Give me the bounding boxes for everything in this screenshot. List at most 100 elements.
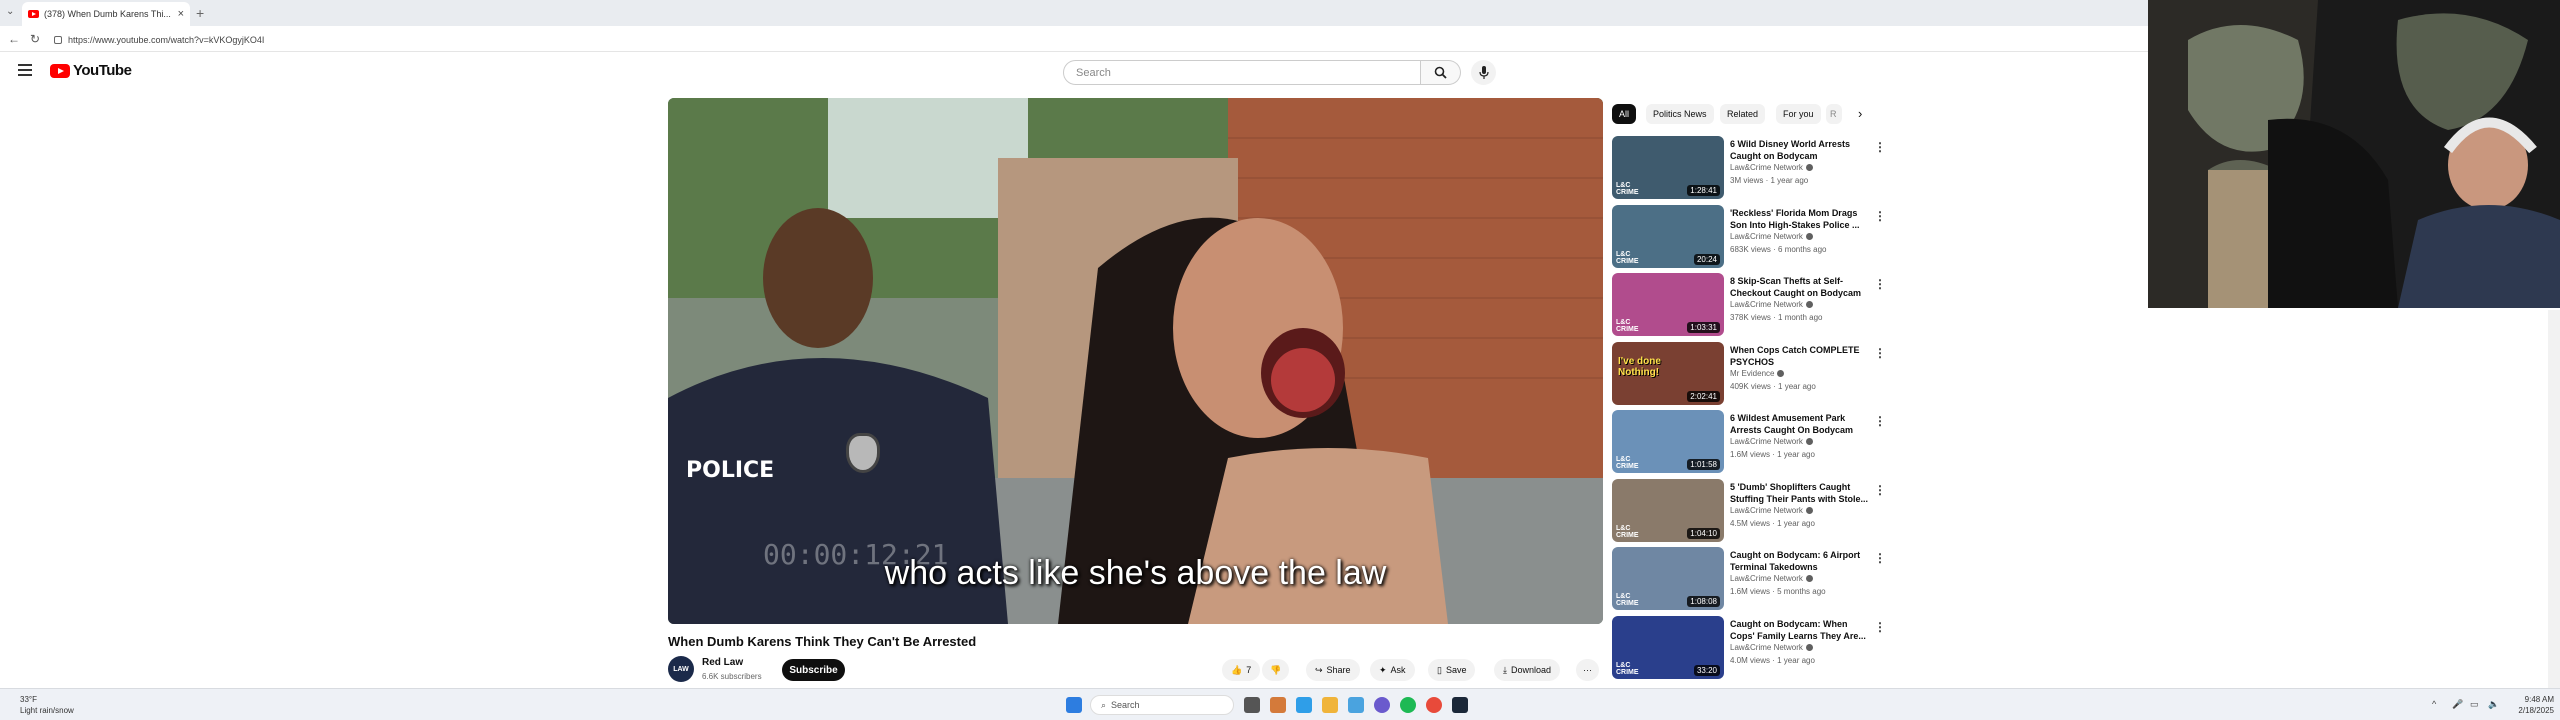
verified-icon [1805, 438, 1813, 445]
share-button[interactable]: ↪ Share [1306, 659, 1360, 681]
taskbar-search[interactable]: ⌕ Search [1090, 695, 1234, 715]
recommendation-item[interactable]: L&C CRIME 1:08:08 Caught on Bodycam: 6 Air… [1612, 547, 1886, 611]
more-vertical-icon[interactable]: ⋮ [1874, 620, 1886, 634]
recommendation-title[interactable]: Caught on Bodycam: 6 Airport Terminal Ta… [1730, 549, 1870, 573]
recommendation-item[interactable]: L&C CRIME 33:20 Caught on Bodycam: When Co… [1612, 616, 1886, 680]
ask-button[interactable]: ✦ Ask [1370, 659, 1415, 681]
system-clock[interactable]: 9:48 AM 2/18/2025 [2504, 694, 2554, 716]
start-windows-icon[interactable] [1066, 697, 1082, 713]
microphone-tray-icon[interactable]: 🎤 [2452, 699, 2463, 710]
recommendation-channel[interactable]: Law&Crime Network [1730, 300, 1813, 309]
save-button[interactable]: ▯ Save [1428, 659, 1476, 681]
chip-partial[interactable]: R [1826, 104, 1842, 124]
recommendation-title[interactable]: Caught on Bodycam: When Cops' Family Lea… [1730, 618, 1870, 642]
widgets-icon[interactable] [1270, 697, 1286, 713]
recommendation-channel[interactable]: Law&Crime Network [1730, 232, 1813, 241]
recommendation-item[interactable]: L&C CRIME 20:24 'Reckless' Florida Mom Dra… [1612, 205, 1886, 269]
verified-icon [1805, 644, 1813, 651]
video-thumbnail[interactable]: I've done Nothing! 2:02:41 [1612, 342, 1724, 405]
chip-related[interactable]: Related [1720, 104, 1766, 124]
search-button[interactable] [1421, 60, 1461, 85]
chip-for-you[interactable]: For you [1776, 104, 1821, 124]
recommendation-channel[interactable]: Mr Evidence [1730, 369, 1785, 378]
search-icon: ⌕ [1101, 699, 1107, 710]
recommendation-item[interactable]: I've done Nothing! 2:02:41 When Cops Catc… [1612, 342, 1886, 406]
subscribe-button[interactable]: Subscribe [782, 659, 845, 681]
recommendation-title[interactable]: When Cops Catch COMPLETE PSYCHOS [1730, 344, 1870, 368]
task-view-icon[interactable] [1244, 697, 1260, 713]
network-icon[interactable]: ▭ [2470, 699, 2479, 710]
like-button[interactable]: 👍 7 [1222, 659, 1261, 681]
search-input[interactable]: Search [1063, 60, 1421, 85]
new-tab-icon[interactable]: + [196, 5, 204, 21]
recommendation-title[interactable]: 5 'Dumb' Shoplifters Caught Stuffing The… [1730, 481, 1870, 505]
recommendation-channel[interactable]: Law&Crime Network [1730, 437, 1813, 446]
search-placeholder: Search [1076, 66, 1111, 79]
spotify-icon[interactable] [1400, 697, 1416, 713]
hamburger-menu-icon[interactable] [18, 64, 32, 79]
url-field[interactable]: https://www.youtube.com/watch?v=kVKOgyjK… [54, 31, 2124, 48]
dislike-button[interactable]: 👎 [1262, 659, 1290, 681]
recommendation-title[interactable]: 'Reckless' Florida Mom Drags Son Into Hi… [1730, 207, 1870, 231]
channel-label: Law&Crime Network [1730, 506, 1803, 515]
site-info-icon[interactable] [54, 35, 62, 44]
steam-icon[interactable] [1452, 697, 1468, 713]
video-player[interactable]: POLICE 00:00:12:21 who acts like she's a… [668, 98, 1603, 624]
recommendation-item[interactable]: L&C CRIME 1:04:10 5 'Dumb' Shoplifters Cau… [1612, 479, 1886, 543]
edge-browser-icon[interactable] [1296, 697, 1312, 713]
recommendation-item[interactable]: L&C CRIME 1:28:41 6 Wild Disney World Arre… [1612, 136, 1886, 200]
channel-name[interactable]: Red Law [702, 657, 743, 668]
video-thumbnail[interactable]: L&C CRIME 1:01:58 [1612, 410, 1724, 473]
more-vertical-icon[interactable]: ⋮ [1874, 551, 1886, 565]
file-explorer-icon[interactable] [1322, 697, 1338, 713]
download-button[interactable]: ⤓ Download [1494, 659, 1561, 681]
verified-icon [1777, 370, 1785, 377]
video-thumbnail[interactable]: L&C CRIME 1:08:08 [1612, 547, 1724, 610]
voice-search-button[interactable] [1471, 60, 1496, 85]
more-vertical-icon[interactable]: ⋮ [1874, 209, 1886, 223]
recommendation-title[interactable]: 8 Skip-Scan Thefts at Self-Checkout Caug… [1730, 275, 1870, 299]
back-arrow-icon[interactable]: ← [8, 32, 20, 46]
youtube-logo[interactable]: YouTube [50, 62, 132, 79]
verified-icon [1805, 575, 1813, 582]
browser-tab-youtube[interactable]: (378) When Dumb Karens Thi... × [22, 2, 190, 26]
save-label: Save [1445, 665, 1467, 675]
channel-label: Mr Evidence [1730, 369, 1775, 378]
video-thumbnail[interactable]: L&C CRIME 33:20 [1612, 616, 1724, 679]
more-vertical-icon[interactable]: ⋮ [1874, 346, 1886, 360]
recommendation-item[interactable]: L&C CRIME 1:01:58 6 Wildest Amusement Park… [1612, 410, 1886, 474]
reload-icon[interactable]: ↻ [30, 32, 40, 46]
chrome-icon[interactable] [1426, 697, 1442, 713]
download-icon: ⤓ [1503, 664, 1507, 675]
chip-politics-news[interactable]: Politics News [1646, 104, 1714, 124]
more-vertical-icon[interactable]: ⋮ [1874, 483, 1886, 497]
video-thumbnail[interactable]: L&C CRIME 1:04:10 [1612, 479, 1724, 542]
video-thumbnail[interactable]: L&C CRIME 20:24 [1612, 205, 1724, 268]
recommendation-item[interactable]: L&C CRIME 1:03:31 8 Skip-Scan Thefts at Se… [1612, 273, 1886, 337]
video-thumbnail[interactable]: L&C CRIME 1:28:41 [1612, 136, 1724, 199]
recommendation-title[interactable]: 6 Wildest Amusement Park Arrests Caught … [1730, 412, 1870, 436]
more-vertical-icon[interactable]: ⋮ [1874, 277, 1886, 291]
more-vertical-icon[interactable]: ⋮ [1874, 414, 1886, 428]
recommendation-channel[interactable]: Law&Crime Network [1730, 643, 1813, 652]
more-vertical-icon[interactable]: ⋮ [1874, 140, 1886, 154]
chip-all[interactable]: All [1612, 104, 1637, 124]
channel-avatar[interactable]: LAW [668, 656, 694, 682]
recommendation-channel[interactable]: Law&Crime Network [1730, 163, 1813, 172]
recommendation-title[interactable]: 6 Wild Disney World Arrests Caught on Bo… [1730, 138, 1870, 162]
discord-icon[interactable] [1374, 697, 1390, 713]
chips-next-chevron-icon[interactable]: › [1858, 106, 1862, 121]
chevron-up-icon[interactable]: ^ [2432, 699, 2436, 709]
weather-widget[interactable]: 33°F Light rain/snow [20, 694, 74, 716]
close-tab-icon[interactable]: × [178, 8, 184, 20]
search-icon [1434, 66, 1447, 79]
channel-watermark: L&C CRIME [1616, 662, 1639, 676]
recommendation-channel[interactable]: Law&Crime Network [1730, 574, 1813, 583]
page-scrollbar[interactable] [2548, 310, 2560, 690]
store-icon[interactable] [1348, 697, 1364, 713]
volume-icon[interactable]: 🔈 [2488, 699, 2499, 710]
recommendation-channel[interactable]: Law&Crime Network [1730, 506, 1813, 515]
tab-list-chevron-icon[interactable]: ⌄ [6, 6, 14, 17]
video-thumbnail[interactable]: L&C CRIME 1:03:31 [1612, 273, 1724, 336]
more-actions-button[interactable]: ··· [1576, 659, 1599, 681]
